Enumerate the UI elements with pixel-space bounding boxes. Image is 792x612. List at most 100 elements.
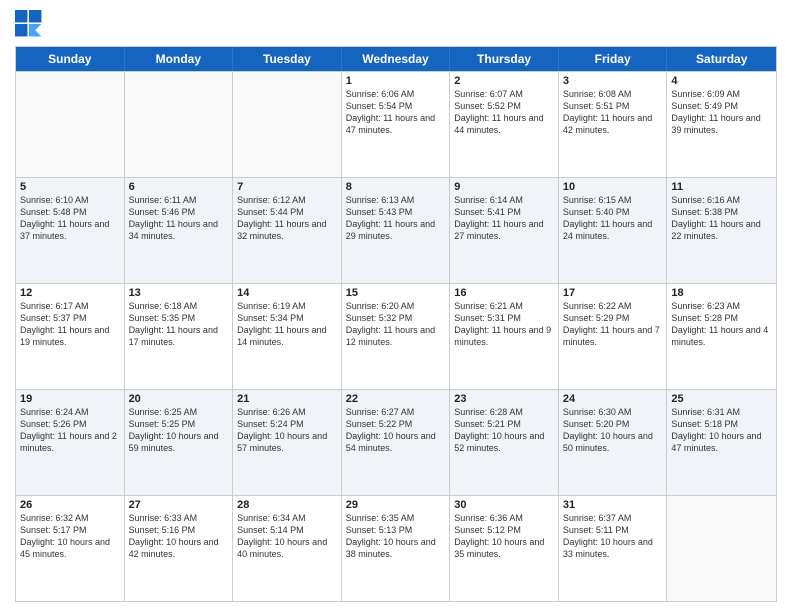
day-number: 26	[20, 499, 120, 511]
calendar-row-1: 5Sunrise: 6:10 AMSunset: 5:48 PMDaylight…	[16, 177, 776, 283]
day-cell-13: 13Sunrise: 6:18 AMSunset: 5:35 PMDayligh…	[125, 284, 234, 389]
day-info: Sunrise: 6:28 AMSunset: 5:21 PMDaylight:…	[454, 406, 554, 455]
calendar-header: SundayMondayTuesdayWednesdayThursdayFrid…	[16, 47, 776, 71]
day-number: 10	[563, 181, 663, 193]
day-number: 31	[563, 499, 663, 511]
header-day-saturday: Saturday	[667, 47, 776, 71]
day-info: Sunrise: 6:31 AMSunset: 5:18 PMDaylight:…	[671, 406, 772, 455]
header-day-monday: Monday	[125, 47, 234, 71]
day-cell-9: 9Sunrise: 6:14 AMSunset: 5:41 PMDaylight…	[450, 178, 559, 283]
calendar-row-2: 12Sunrise: 6:17 AMSunset: 5:37 PMDayligh…	[16, 283, 776, 389]
day-number: 16	[454, 287, 554, 299]
calendar-row-3: 19Sunrise: 6:24 AMSunset: 5:26 PMDayligh…	[16, 389, 776, 495]
day-info: Sunrise: 6:20 AMSunset: 5:32 PMDaylight:…	[346, 300, 446, 349]
day-cell-17: 17Sunrise: 6:22 AMSunset: 5:29 PMDayligh…	[559, 284, 668, 389]
day-info: Sunrise: 6:14 AMSunset: 5:41 PMDaylight:…	[454, 194, 554, 243]
day-number: 6	[129, 181, 229, 193]
day-info: Sunrise: 6:22 AMSunset: 5:29 PMDaylight:…	[563, 300, 663, 349]
day-cell-2: 2Sunrise: 6:07 AMSunset: 5:52 PMDaylight…	[450, 72, 559, 177]
day-cell-12: 12Sunrise: 6:17 AMSunset: 5:37 PMDayligh…	[16, 284, 125, 389]
calendar-row-4: 26Sunrise: 6:32 AMSunset: 5:17 PMDayligh…	[16, 495, 776, 601]
day-info: Sunrise: 6:25 AMSunset: 5:25 PMDaylight:…	[129, 406, 229, 455]
day-cell-30: 30Sunrise: 6:36 AMSunset: 5:12 PMDayligh…	[450, 496, 559, 601]
day-info: Sunrise: 6:27 AMSunset: 5:22 PMDaylight:…	[346, 406, 446, 455]
day-info: Sunrise: 6:17 AMSunset: 5:37 PMDaylight:…	[20, 300, 120, 349]
empty-cell	[16, 72, 125, 177]
calendar-page: SundayMondayTuesdayWednesdayThursdayFrid…	[0, 0, 792, 612]
day-cell-16: 16Sunrise: 6:21 AMSunset: 5:31 PMDayligh…	[450, 284, 559, 389]
day-info: Sunrise: 6:30 AMSunset: 5:20 PMDaylight:…	[563, 406, 663, 455]
day-number: 21	[237, 393, 337, 405]
day-info: Sunrise: 6:21 AMSunset: 5:31 PMDaylight:…	[454, 300, 554, 349]
day-cell-20: 20Sunrise: 6:25 AMSunset: 5:25 PMDayligh…	[125, 390, 234, 495]
day-cell-26: 26Sunrise: 6:32 AMSunset: 5:17 PMDayligh…	[16, 496, 125, 601]
day-cell-18: 18Sunrise: 6:23 AMSunset: 5:28 PMDayligh…	[667, 284, 776, 389]
day-cell-27: 27Sunrise: 6:33 AMSunset: 5:16 PMDayligh…	[125, 496, 234, 601]
day-cell-7: 7Sunrise: 6:12 AMSunset: 5:44 PMDaylight…	[233, 178, 342, 283]
day-cell-1: 1Sunrise: 6:06 AMSunset: 5:54 PMDaylight…	[342, 72, 451, 177]
day-info: Sunrise: 6:10 AMSunset: 5:48 PMDaylight:…	[20, 194, 120, 243]
day-cell-15: 15Sunrise: 6:20 AMSunset: 5:32 PMDayligh…	[342, 284, 451, 389]
day-number: 28	[237, 499, 337, 511]
day-info: Sunrise: 6:36 AMSunset: 5:12 PMDaylight:…	[454, 512, 554, 561]
day-info: Sunrise: 6:35 AMSunset: 5:13 PMDaylight:…	[346, 512, 446, 561]
day-cell-3: 3Sunrise: 6:08 AMSunset: 5:51 PMDaylight…	[559, 72, 668, 177]
day-cell-21: 21Sunrise: 6:26 AMSunset: 5:24 PMDayligh…	[233, 390, 342, 495]
calendar-row-0: 1Sunrise: 6:06 AMSunset: 5:54 PMDaylight…	[16, 71, 776, 177]
day-info: Sunrise: 6:15 AMSunset: 5:40 PMDaylight:…	[563, 194, 663, 243]
day-number: 13	[129, 287, 229, 299]
day-cell-5: 5Sunrise: 6:10 AMSunset: 5:48 PMDaylight…	[16, 178, 125, 283]
header	[15, 10, 777, 38]
day-number: 8	[346, 181, 446, 193]
day-cell-11: 11Sunrise: 6:16 AMSunset: 5:38 PMDayligh…	[667, 178, 776, 283]
day-info: Sunrise: 6:34 AMSunset: 5:14 PMDaylight:…	[237, 512, 337, 561]
day-info: Sunrise: 6:32 AMSunset: 5:17 PMDaylight:…	[20, 512, 120, 561]
day-info: Sunrise: 6:24 AMSunset: 5:26 PMDaylight:…	[20, 406, 120, 455]
header-day-tuesday: Tuesday	[233, 47, 342, 71]
day-info: Sunrise: 6:12 AMSunset: 5:44 PMDaylight:…	[237, 194, 337, 243]
day-number: 23	[454, 393, 554, 405]
day-info: Sunrise: 6:18 AMSunset: 5:35 PMDaylight:…	[129, 300, 229, 349]
day-cell-22: 22Sunrise: 6:27 AMSunset: 5:22 PMDayligh…	[342, 390, 451, 495]
day-cell-6: 6Sunrise: 6:11 AMSunset: 5:46 PMDaylight…	[125, 178, 234, 283]
day-cell-8: 8Sunrise: 6:13 AMSunset: 5:43 PMDaylight…	[342, 178, 451, 283]
day-number: 24	[563, 393, 663, 405]
header-day-thursday: Thursday	[450, 47, 559, 71]
day-number: 29	[346, 499, 446, 511]
day-info: Sunrise: 6:07 AMSunset: 5:52 PMDaylight:…	[454, 88, 554, 137]
day-number: 4	[671, 75, 772, 87]
header-day-wednesday: Wednesday	[342, 47, 451, 71]
day-number: 11	[671, 181, 772, 193]
day-info: Sunrise: 6:23 AMSunset: 5:28 PMDaylight:…	[671, 300, 772, 349]
day-number: 15	[346, 287, 446, 299]
header-day-sunday: Sunday	[16, 47, 125, 71]
day-cell-25: 25Sunrise: 6:31 AMSunset: 5:18 PMDayligh…	[667, 390, 776, 495]
empty-cell	[667, 496, 776, 601]
day-cell-23: 23Sunrise: 6:28 AMSunset: 5:21 PMDayligh…	[450, 390, 559, 495]
day-number: 9	[454, 181, 554, 193]
empty-cell	[125, 72, 234, 177]
day-cell-14: 14Sunrise: 6:19 AMSunset: 5:34 PMDayligh…	[233, 284, 342, 389]
header-day-friday: Friday	[559, 47, 668, 71]
day-number: 7	[237, 181, 337, 193]
empty-cell	[233, 72, 342, 177]
day-cell-31: 31Sunrise: 6:37 AMSunset: 5:11 PMDayligh…	[559, 496, 668, 601]
day-number: 3	[563, 75, 663, 87]
day-number: 17	[563, 287, 663, 299]
day-info: Sunrise: 6:26 AMSunset: 5:24 PMDaylight:…	[237, 406, 337, 455]
day-info: Sunrise: 6:08 AMSunset: 5:51 PMDaylight:…	[563, 88, 663, 137]
day-number: 2	[454, 75, 554, 87]
day-cell-10: 10Sunrise: 6:15 AMSunset: 5:40 PMDayligh…	[559, 178, 668, 283]
day-info: Sunrise: 6:33 AMSunset: 5:16 PMDaylight:…	[129, 512, 229, 561]
day-info: Sunrise: 6:13 AMSunset: 5:43 PMDaylight:…	[346, 194, 446, 243]
day-cell-29: 29Sunrise: 6:35 AMSunset: 5:13 PMDayligh…	[342, 496, 451, 601]
day-number: 22	[346, 393, 446, 405]
day-info: Sunrise: 6:11 AMSunset: 5:46 PMDaylight:…	[129, 194, 229, 243]
day-number: 12	[20, 287, 120, 299]
day-number: 14	[237, 287, 337, 299]
day-info: Sunrise: 6:09 AMSunset: 5:49 PMDaylight:…	[671, 88, 772, 137]
day-number: 19	[20, 393, 120, 405]
logo	[15, 10, 47, 38]
day-number: 18	[671, 287, 772, 299]
day-cell-28: 28Sunrise: 6:34 AMSunset: 5:14 PMDayligh…	[233, 496, 342, 601]
